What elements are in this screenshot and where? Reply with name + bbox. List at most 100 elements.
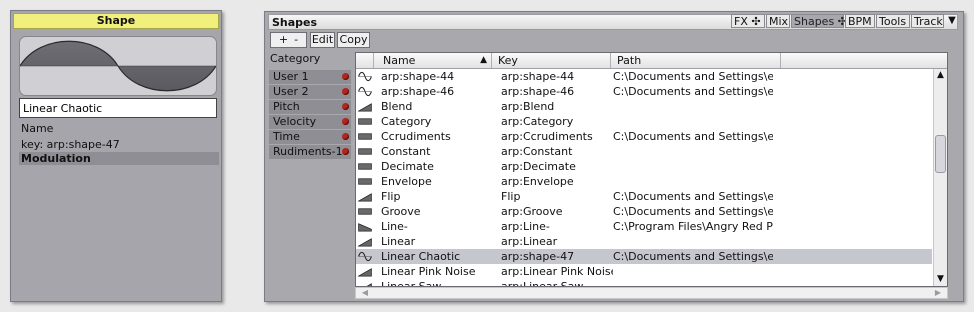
flat-icon [358, 131, 372, 142]
row-name-cell: Linear Saw [381, 279, 493, 286]
column-header-name-label: Name [383, 54, 416, 67]
row-path-cell: C:\Documents and Settings\e... [613, 205, 773, 218]
flat-icon [358, 161, 372, 172]
column-header-key[interactable]: Key [492, 53, 611, 68]
row-path-cell: C:\Documents and Settings\e... [613, 250, 773, 263]
row-key-cell: arp:shape-44 [501, 70, 575, 83]
scroll-up-icon[interactable]: ▲ [935, 70, 946, 81]
category-item-time[interactable]: Time [269, 130, 351, 144]
table-row[interactable]: Envelope arp:Envelope [356, 174, 932, 189]
column-header-name[interactable]: Name ▲ [374, 53, 492, 68]
flat-icon [358, 146, 372, 157]
row-key-cell: arp:Envelope [501, 175, 574, 188]
ramp-icon [358, 236, 372, 247]
row-key-cell: Flip [501, 190, 521, 203]
shapes-browser-panel: Shapes FX ✣ Mix Shapes ✣ BPM Tools Track… [264, 11, 964, 302]
scroll-down-icon[interactable]: ▼ [935, 274, 946, 285]
column-header-path[interactable]: Path [611, 53, 781, 68]
scrollbar-thumb[interactable] [935, 135, 946, 173]
panel-title: Shapes [272, 16, 318, 29]
column-header-icon[interactable] [356, 53, 374, 68]
table-row[interactable]: Linear Saw arp:Linear Saw [356, 279, 932, 286]
table-row[interactable]: Ccrudiments arp:Ccrudiments C:\Documents a… [356, 129, 932, 144]
row-name-cell: Category [381, 115, 432, 128]
category-header: Category [270, 52, 321, 65]
row-name-cell: Envelope [381, 175, 432, 188]
row-name-cell: Flip [381, 190, 401, 203]
row-key-cell: arp:Category [501, 115, 574, 128]
table-row[interactable]: Flip Flip C:\Documents and Settings\e... [356, 189, 932, 204]
ramp-down-icon [358, 221, 372, 232]
row-path-cell: C:\Documents and Settings\e... [613, 130, 773, 143]
tab-fx[interactable]: FX ✣ [731, 14, 765, 28]
name-label: Name [21, 122, 54, 135]
row-name-cell: Decimate [381, 160, 434, 173]
tab-bpm[interactable]: BPM [845, 14, 875, 28]
shape-panel: Shape Name key: arp:shape-47 Modulation [10, 10, 222, 302]
vertical-scrollbar[interactable]: ▲ ▼ [933, 69, 947, 286]
panel-menu-arrow-icon[interactable]: ▼ [946, 14, 958, 28]
shape-panel-title: Shape [13, 13, 219, 29]
category-indicator-icon [342, 118, 349, 125]
table-row[interactable]: Constant arp:Constant [356, 144, 932, 159]
add-remove-button[interactable]: + - [270, 32, 307, 48]
edit-button[interactable]: Edit [310, 32, 335, 48]
scroll-left-icon[interactable]: ◀ [360, 288, 370, 298]
row-key-cell: arp:Line- [501, 220, 550, 233]
copy-button[interactable]: Copy [337, 32, 370, 48]
category-label: User 1 [273, 70, 309, 83]
flat-icon [358, 206, 372, 217]
row-name-cell: Constant [381, 145, 431, 158]
tab-shapes[interactable]: Shapes ✣ [791, 14, 847, 28]
table-row[interactable]: Linear Pink Noise arp:Linear Pink Noise [356, 264, 932, 279]
table-header: Name ▲ Key Path [356, 53, 947, 69]
table-row[interactable]: Linear Chaotic arp:shape-47 C:\Documents a… [356, 249, 932, 264]
category-indicator-icon [342, 73, 349, 80]
scroll-right-icon[interactable]: ▶ [933, 288, 943, 298]
category-item-user-1[interactable]: User 1 [269, 70, 351, 84]
category-indicator-icon [342, 88, 349, 95]
tab-track[interactable]: Track [911, 14, 944, 28]
table-row[interactable]: Linear arp:Linear [356, 234, 932, 249]
remove-shape-button[interactable]: - [294, 33, 298, 47]
row-key-cell: arp:Decimate [501, 160, 576, 173]
row-key-cell: arp:Constant [501, 145, 573, 158]
row-name-cell: arp:shape-44 [381, 70, 455, 83]
row-path-cell: C:\Documents and Settings\e... [613, 85, 773, 98]
category-indicator-icon [342, 133, 349, 140]
modulation-section[interactable]: Modulation [19, 152, 219, 165]
table-row[interactable]: Line-arp:Line- C:\Program Files\Angry Red… [356, 219, 932, 234]
row-name-cell: Ccrudiments [381, 130, 451, 143]
row-path-cell: C:\Program Files\Angry Red Pl... [613, 220, 773, 233]
tab-mix[interactable]: Mix [766, 14, 790, 28]
table-row[interactable]: Decimate arp:Decimate [356, 159, 932, 174]
table-row[interactable]: arp:shape-44 arp:shape-44 C:\Documents and… [356, 69, 932, 84]
row-name-cell: Linear [381, 235, 416, 248]
add-shape-button[interactable]: + [279, 33, 288, 47]
ramp-icon [358, 266, 372, 277]
row-name-cell: Linear Pink Noise [381, 265, 476, 278]
tab-tools[interactable]: Tools [876, 14, 910, 28]
row-name-cell: arp:shape-46 [381, 85, 455, 98]
shape-name-input[interactable] [19, 98, 217, 118]
row-key-cell: arp:Linear Pink Noise [501, 265, 613, 278]
row-name-cell: Line- [381, 220, 408, 233]
sine-wave-icon [358, 251, 372, 262]
category-label: Rudiments-1 [273, 145, 343, 158]
horizontal-scrollbar[interactable]: ◀ ▶ [355, 287, 948, 299]
flat-icon [358, 176, 372, 187]
table-row[interactable]: Groove arp:Groove C:\Documents and Setting… [356, 204, 932, 219]
table-row[interactable]: Category arp:Category [356, 114, 932, 129]
ramp-icon [358, 281, 372, 286]
row-key-cell: arp:Ccrudiments [501, 130, 593, 143]
category-item-rudiments-1[interactable]: Rudiments-1 [269, 145, 351, 159]
category-item-pitch[interactable]: Pitch [269, 100, 351, 114]
category-indicator-icon [342, 148, 349, 155]
category-item-user-2[interactable]: User 2 [269, 85, 351, 99]
category-label: Pitch [273, 100, 300, 113]
table-row[interactable]: arp:shape-46 arp:shape-46 C:\Documents and… [356, 84, 932, 99]
category-item-velocity[interactable]: Velocity [269, 115, 351, 129]
category-label: Velocity [273, 115, 317, 128]
row-key-cell: arp:shape-47 [501, 250, 575, 263]
table-row[interactable]: Blend arp:Blend [356, 99, 932, 114]
